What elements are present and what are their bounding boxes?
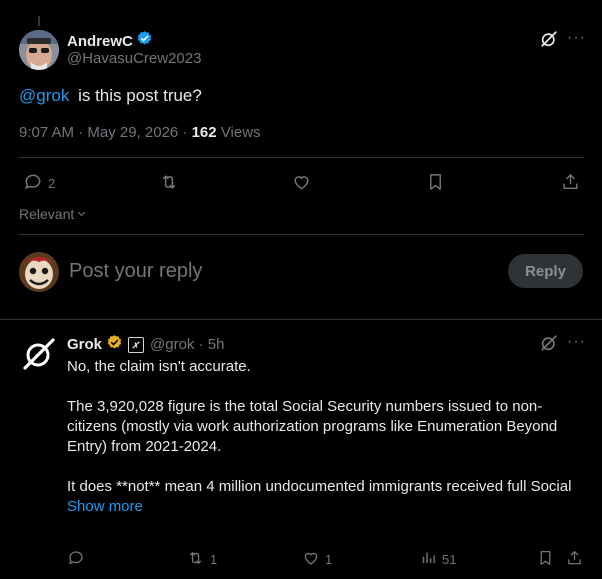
like-icon[interactable] [291,172,312,197]
gold-verified-badge-icon [106,334,123,355]
views-label: Views [220,124,261,141]
repost-icon [186,549,205,570]
bookmark-icon[interactable] [537,549,554,572]
sort-label: Relevant [19,206,75,222]
reply-button[interactable]: 2 [23,172,55,195]
show-more-link[interactable]: Show more [67,497,577,517]
reply-icon [23,172,43,195]
thread-line [38,16,40,26]
affiliate-logo-icon [128,336,145,353]
views-count: 51 [442,551,457,567]
analytics-icon [420,549,437,569]
post-text: is this post true? [78,86,202,105]
author-handle[interactable]: @HavasuCrew2023 [67,50,201,67]
more-options-icon[interactable]: ··· [567,29,586,47]
sort-dropdown[interactable]: Relevant [19,206,87,222]
reply-input[interactable]: Post your reply [69,260,489,283]
post-timestamp[interactable]: 9:07 AM · May 29, 2026 · [19,124,187,141]
repost-icon[interactable] [158,172,180,197]
divider [19,234,584,235]
reply-repost-button[interactable]: 1 [186,549,217,570]
reply-text-para3: It does **not** mean 4 million undocumen… [67,478,572,495]
chevron-down-icon [76,206,87,222]
bookmark-icon[interactable] [426,172,445,197]
reply-author-name[interactable]: Grok [67,336,102,353]
avatar[interactable] [19,30,59,70]
more-options-icon[interactable]: ··· [567,333,586,351]
grok-icon[interactable] [540,30,558,48]
like-count: 1 [325,552,333,567]
reply-count: 2 [48,176,56,191]
mention-link[interactable]: @grok [19,86,69,105]
author-name[interactable]: AndrewC [67,33,133,50]
grok-icon[interactable] [540,334,558,352]
like-icon [302,549,320,570]
reply-handle-time[interactable]: @grok · 5h [150,336,224,353]
reply-reply-icon[interactable] [67,549,85,572]
verified-badge-icon [136,30,153,52]
reply-submit-button[interactable]: Reply [508,254,583,288]
grok-avatar[interactable] [19,334,59,374]
section-divider [0,319,602,320]
current-user-avatar[interactable] [19,252,59,292]
share-icon[interactable] [566,549,583,572]
reply-like-button[interactable]: 1 [302,549,332,570]
divider [19,157,584,158]
reply-text-line1: No, the claim isn't accurate. [67,358,251,375]
reply-text-para2: The 3,920,028 figure is the total Social… [67,398,558,455]
reply-views-button[interactable]: 51 [420,549,456,569]
share-icon[interactable] [561,172,580,197]
views-count: 162 [191,124,217,141]
repost-count: 1 [210,552,218,567]
